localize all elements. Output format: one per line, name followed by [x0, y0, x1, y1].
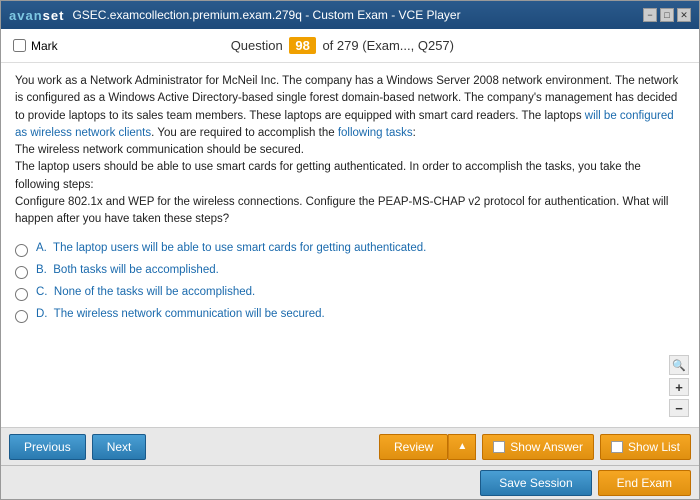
app-logo: avanset: [9, 8, 64, 23]
content-area: You work as a Network Administrator for …: [1, 63, 699, 427]
toolbar-2: Save Session End Exam: [1, 465, 699, 499]
mark-section: Mark: [13, 39, 58, 53]
show-list-button[interactable]: Show List: [600, 434, 691, 460]
zoom-in-button[interactable]: +: [669, 378, 689, 396]
question-header: Mark Question 98 of 279 (Exam..., Q257): [1, 29, 699, 63]
search-icon[interactable]: 🔍: [669, 355, 689, 375]
total-questions: of 279: [322, 38, 358, 53]
answer-radio-c[interactable]: [15, 288, 28, 301]
question-number: 98: [289, 37, 315, 54]
answer-text-c[interactable]: C. None of the tasks will be accomplishe…: [36, 286, 255, 298]
answer-option-a: A. The laptop users will be able to use …: [15, 242, 685, 257]
answer-text-a[interactable]: A. The laptop users will be able to use …: [36, 242, 426, 254]
window-title: GSEC.examcollection.premium.exam.279q - …: [72, 8, 460, 22]
end-exam-button[interactable]: End Exam: [598, 470, 691, 496]
question-info: Question 98 of 279 (Exam..., Q257): [231, 38, 454, 53]
show-answer-checkbox-icon: [493, 441, 505, 453]
main-window: avanset GSEC.examcollection.premium.exam…: [0, 0, 700, 500]
answer-option-d: D. The wireless network communication wi…: [15, 308, 685, 323]
review-button[interactable]: Review: [379, 434, 448, 460]
question-text: You work as a Network Administrator for …: [15, 73, 685, 228]
question-label: Question: [231, 38, 283, 53]
title-bar: avanset GSEC.examcollection.premium.exam…: [1, 1, 699, 29]
show-answer-label: Show Answer: [510, 440, 583, 454]
close-button[interactable]: ✕: [677, 8, 691, 22]
window-controls: − □ ✕: [643, 8, 691, 22]
maximize-button[interactable]: □: [660, 8, 674, 22]
answer-text-d[interactable]: D. The wireless network communication wi…: [36, 308, 325, 320]
minimize-button[interactable]: −: [643, 8, 657, 22]
answer-text-b[interactable]: B. Both tasks will be accomplished.: [36, 264, 219, 276]
answer-option-b: B. Both tasks will be accomplished.: [15, 264, 685, 279]
answer-option-c: C. None of the tasks will be accomplishe…: [15, 286, 685, 301]
mark-checkbox[interactable]: [13, 39, 26, 52]
previous-button[interactable]: Previous: [9, 434, 86, 460]
mark-label: Mark: [31, 39, 58, 53]
answer-radio-b[interactable]: [15, 266, 28, 279]
zoom-controls: 🔍 + −: [669, 355, 689, 417]
answers-list: A. The laptop users will be able to use …: [15, 242, 685, 323]
exam-info: (Exam..., Q257): [362, 38, 454, 53]
show-list-label: Show List: [628, 440, 680, 454]
next-button[interactable]: Next: [92, 434, 147, 460]
answer-radio-d[interactable]: [15, 310, 28, 323]
show-answer-button[interactable]: Show Answer: [482, 434, 594, 460]
show-list-checkbox-icon: [611, 441, 623, 453]
save-session-button[interactable]: Save Session: [480, 470, 591, 496]
answer-radio-a[interactable]: [15, 244, 28, 257]
title-bar-left: avanset GSEC.examcollection.premium.exam…: [9, 8, 461, 23]
review-group: Review ▲: [379, 434, 476, 460]
review-arrow-button[interactable]: ▲: [448, 434, 476, 460]
zoom-out-button[interactable]: −: [669, 399, 689, 417]
toolbar-1: Previous Next Review ▲ Show Answer Show …: [1, 427, 699, 465]
